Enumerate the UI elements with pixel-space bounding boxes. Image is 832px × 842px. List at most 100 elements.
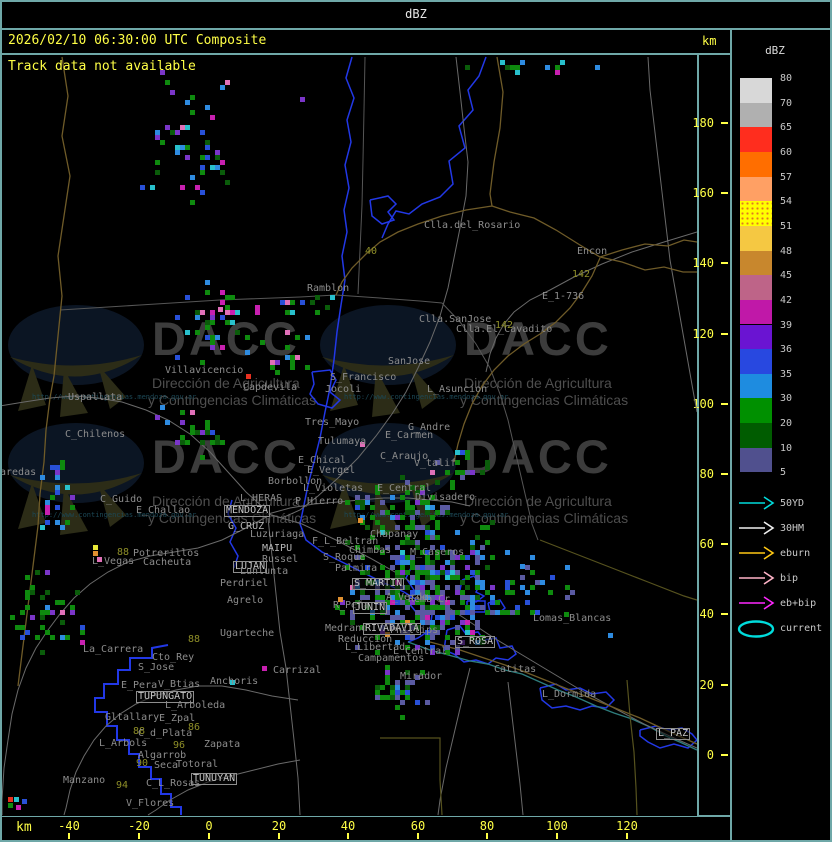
radar-echo [45,570,50,575]
radar-echo [500,610,505,615]
radar-echo [20,610,25,615]
radar-echo [40,610,45,615]
radar-echo [445,635,450,640]
radar-echo [345,500,350,505]
radar-echo [45,610,50,615]
radar-echo [375,685,380,690]
scale-band-57 [740,176,772,202]
radar-echo [305,365,310,370]
radar-echo [375,595,380,600]
radar-echo [450,575,455,580]
radar-echo [400,715,405,720]
y-tick-mark-160 [721,192,728,194]
radar-echo [205,140,210,145]
map-label-e-pera: E_Pera [121,680,158,691]
radar-echo [270,360,275,365]
radar-echo [365,495,370,500]
radar-echo [358,518,363,523]
radar-echo [490,610,495,615]
radar-echo [475,535,480,540]
radar-echo [160,140,165,145]
radar-echo [170,130,175,135]
radar-echo [185,295,190,300]
map-label-aredas: aredas [2,467,37,478]
radar-echo [420,610,425,615]
radar-echo [185,100,190,105]
scale-label-36: 36 [780,344,793,356]
radar-echo [475,575,480,580]
radar-echo [180,420,185,425]
radar-echo [440,620,445,625]
radar-echo [400,560,405,565]
y-tick-mark-20 [721,684,728,686]
radar-echo [505,65,510,70]
radar-echo [410,510,415,515]
radar-echo [385,695,390,700]
map-label-capdevila: Capdevila [243,382,298,393]
radar-echo [315,310,320,315]
radar-echo [195,430,200,435]
radar-echo [530,555,535,560]
map-label-manzano: Manzano [63,775,106,786]
scale-label-20: 20 [780,418,793,430]
radar-echo [495,600,500,605]
radar-echo [555,65,560,70]
radar-echo [290,355,295,360]
radar-echo [410,520,415,525]
radar-echo [490,600,495,605]
radar-echo [555,70,560,75]
color-scale-title: dBZ [765,44,785,57]
radar-echo [435,615,440,620]
radar-echo [260,340,265,345]
legend-label-bip: bip [780,573,799,584]
radar-echo [480,545,485,550]
radar-echo [450,560,455,565]
map-label-gltallary: Gltallary [105,712,160,723]
radar-echo [205,420,210,425]
radar-echo [200,310,205,315]
radar-echo [325,305,330,310]
radar-echo [155,135,160,140]
feature-river-north [381,56,487,239]
radar-echo [220,300,225,305]
radar-echo [470,540,475,545]
radar-echo [520,575,525,580]
map-label-s-rosa: S_ROSA [455,636,496,648]
radar-echo [530,585,535,590]
radar-echo [425,525,430,530]
map-label-encon: Encon [577,246,608,257]
radar-echo [425,610,430,615]
radar-echo [445,615,450,620]
feature-road-north [267,56,469,519]
feature-road-se-diag [507,681,524,816]
radar-echo [455,530,460,535]
radar-echo [55,600,60,605]
radar-echo [450,600,455,605]
radar-echo [165,80,170,85]
map-label-cacheuta: Cacheuta [143,557,192,568]
radar-echo [220,440,225,445]
radar-echo [210,440,215,445]
scale-label-70: 70 [780,97,793,109]
scale-band-48 [740,250,772,276]
radar-echo [455,575,460,580]
scale-band-54 [740,201,772,226]
radar-echo [455,570,460,575]
radar-echo [485,460,490,465]
map-label-p-hierro: P_Hierro [295,496,344,507]
radar-echo [50,495,55,500]
radar-echo [410,515,415,520]
radar-echo [440,615,445,620]
radar-echo [475,550,480,555]
radar-echo [505,580,510,585]
radar-echo [430,580,435,585]
radar-echo [225,320,230,325]
radar-echo [475,605,480,610]
radar-echo [430,570,435,575]
radar-echo [445,560,450,565]
radar-echo [430,560,435,565]
radar-echo [490,520,495,525]
radar-echo [480,525,485,530]
radar-echo [450,485,455,490]
radar-echo [470,570,475,575]
